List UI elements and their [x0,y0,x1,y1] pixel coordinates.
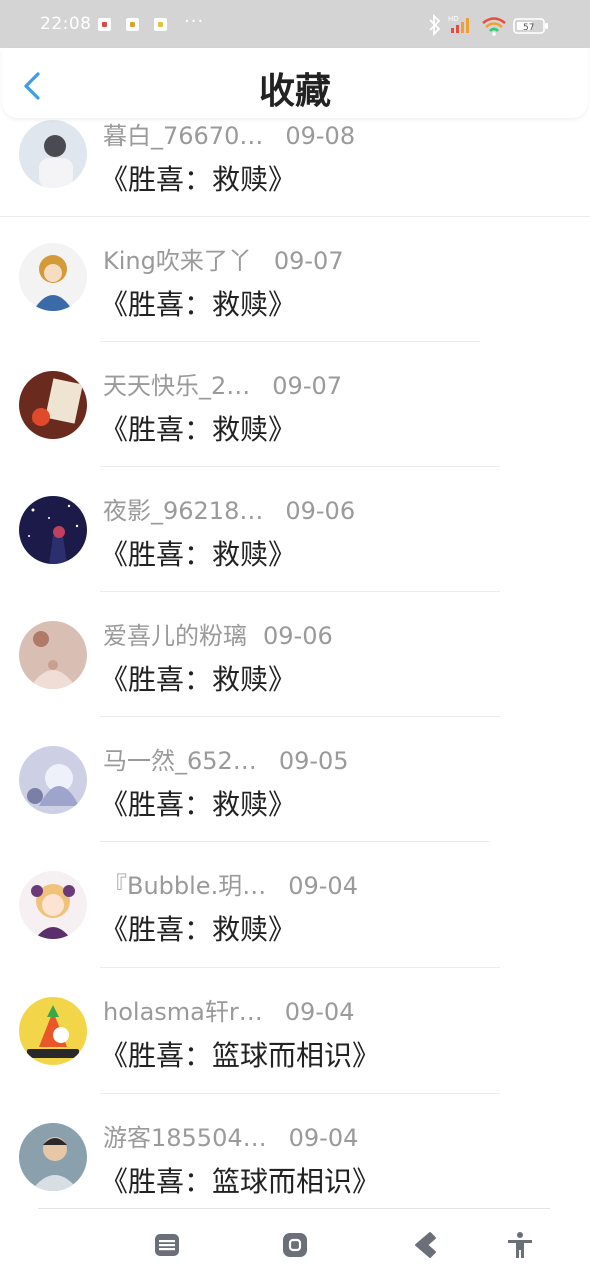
notification-icon [154,18,167,31]
item-meta: 爱喜儿的粉璃 09-06 [103,616,333,651]
date: 09-04 [288,872,358,900]
back-icon [415,1232,436,1258]
menu-button[interactable] [152,1230,182,1260]
book-title: 《胜喜：救赎》 [100,163,297,196]
date: 09-07 [273,247,344,275]
battery-level: 57 [523,23,534,33]
item-meta: 夜影_96218… 09-06 [103,491,355,526]
item-meta: 『Bubble.玥… 09-04 [103,866,358,901]
system-nav-bar [0,1208,590,1280]
username: 暮白_76670… [103,122,264,150]
avatar [19,1123,87,1191]
book-title: 《胜喜：救赎》 [100,413,297,446]
wifi-icon [482,17,506,36]
status-bar: 22:08 ··· HD 57 [0,0,590,48]
book-title: 《胜喜：救赎》 [100,538,297,571]
battery-icon: 57 [513,18,548,34]
item-meta: 天天快乐_2… 09-07 [103,366,342,401]
book-title: 《胜喜：救赎》 [100,663,297,696]
avatar [19,997,87,1065]
avatar [19,621,87,689]
list-item[interactable]: 夜影_96218… 09-06 《胜喜：救赎》 [0,467,590,592]
book-title: 《胜喜：救赎》 [100,788,297,821]
date: 09-04 [288,1124,359,1152]
book-title: 《胜喜：救赎》 [100,913,297,946]
username: 『Bubble.玥… [103,872,267,900]
book-title: 《胜喜：篮球而相识》 [100,1165,381,1198]
date: 09-04 [284,998,355,1026]
username: 游客185504… [103,1124,267,1152]
list-item[interactable]: King吹来了丫 09-07 《胜喜：救赎》 [0,217,590,342]
item-meta: 暮白_76670… 09-08 [103,116,355,151]
list-item[interactable]: 天天快乐_2… 09-07 《胜喜：救赎》 [0,342,590,467]
username: 马一然_652… [103,747,257,775]
avatar [19,496,87,564]
username: 天天快乐_2… [103,372,251,400]
app-header: 收藏 [2,48,588,118]
username: 爱喜儿的粉璃 [103,622,247,650]
list-item[interactable]: holasma轩r… 09-04 《胜喜：篮球而相识》 [0,968,590,1093]
home-button[interactable] [280,1230,310,1260]
item-meta: King吹来了丫 09-07 [103,241,344,276]
signal-hd-label: HD [448,15,459,23]
nav-divider [38,1208,550,1209]
status-time: 22:08 [40,14,92,34]
bluetooth-icon [429,14,441,36]
avatar [19,371,87,439]
avatar [19,746,87,814]
more-notifications-icon: ··· [184,11,205,32]
date: 09-06 [285,497,356,525]
list-item[interactable]: 马一然_652… 09-05 《胜喜：救赎》 [0,717,590,842]
avatar [19,871,87,939]
username: holasma轩r… [103,998,263,1026]
home-icon [283,1233,307,1257]
page-title: 收藏 [258,71,331,112]
menu-icon [155,1234,179,1256]
avatar [19,120,87,188]
date: 09-07 [272,372,343,400]
list-item[interactable]: 暮白_76670… 09-08 《胜喜：救赎》 [0,108,590,233]
username: King吹来了丫 [103,247,252,275]
notification-icon [98,18,111,31]
accessibility-button[interactable] [505,1230,535,1260]
item-meta: holasma轩r… 09-04 [103,992,354,1027]
book-title: 《胜喜：救赎》 [100,288,297,321]
list-item[interactable]: 爱喜儿的粉璃 09-06 《胜喜：救赎》 [0,592,590,717]
item-meta: 游客185504… 09-04 [103,1118,358,1153]
date: 09-06 [263,622,333,650]
signal-icon: HD [448,15,469,33]
accessibility-icon [508,1232,532,1258]
item-meta: 马一然_652… 09-05 [103,741,349,776]
avatar [19,243,87,311]
book-title: 《胜喜：篮球而相识》 [100,1039,381,1072]
date: 09-08 [285,122,356,150]
notification-icon [126,18,139,31]
username: 夜影_96218… [103,497,264,525]
list-item[interactable]: 游客185504… 09-04 《胜喜：篮球而相识》 [0,1094,590,1219]
list-item[interactable]: 『Bubble.玥… 09-04 《胜喜：救赎》 [0,842,590,967]
date: 09-05 [278,747,349,775]
back-nav-button[interactable] [410,1230,440,1260]
